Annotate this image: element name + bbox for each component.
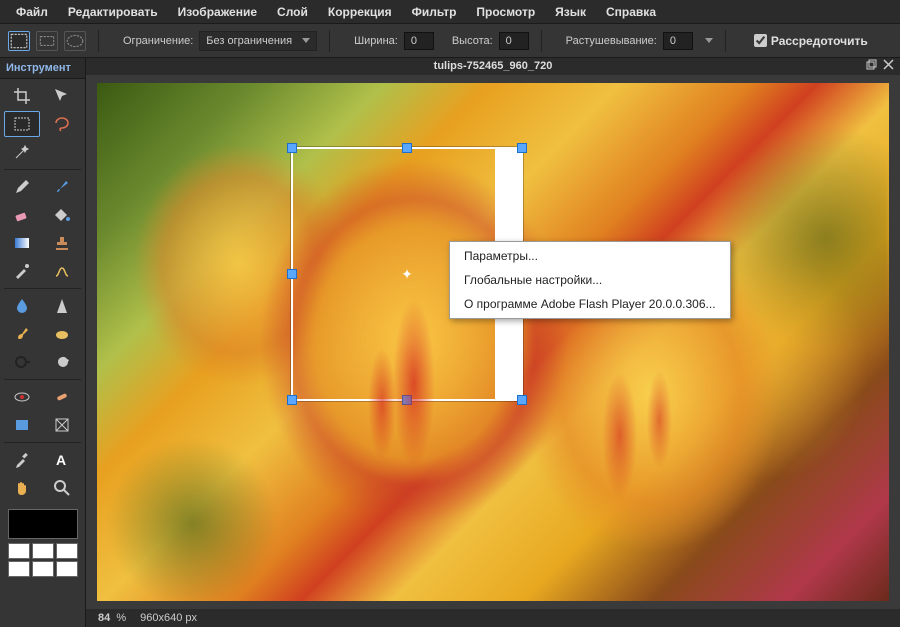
tool-pencil[interactable] [4, 174, 40, 200]
tool-zoom[interactable] [44, 475, 80, 501]
menu-language[interactable]: Язык [545, 1, 596, 23]
tool-smudge[interactable] [4, 321, 40, 347]
window-close-icon[interactable] [883, 59, 894, 73]
handle-bottom-left[interactable] [287, 395, 297, 405]
width-input[interactable]: 0 [404, 32, 434, 50]
menu-image[interactable]: Изображение [168, 1, 267, 23]
menu-edit[interactable]: Редактировать [58, 1, 168, 23]
tool-move[interactable] [44, 83, 80, 109]
tool-shape[interactable] [4, 412, 40, 438]
feather-label: Растушевывание: [566, 35, 657, 47]
swatch[interactable] [32, 561, 54, 577]
menu-help[interactable]: Справка [596, 1, 666, 23]
handle-bottom-right[interactable] [517, 395, 527, 405]
tool-wand[interactable] [4, 139, 40, 165]
tool-draw[interactable] [44, 258, 80, 284]
body-layout: Инструмент [0, 58, 900, 627]
tool-lasso[interactable] [44, 111, 80, 137]
handle-middle-left[interactable] [287, 269, 297, 279]
context-menu-item-settings[interactable]: Параметры... [450, 244, 730, 268]
marquee-fixed-option-icon[interactable] [36, 31, 58, 51]
height-label: Высота: [452, 35, 493, 47]
context-menu: Параметры... Глобальные настройки... О п… [449, 241, 731, 319]
context-menu-item-about-flash[interactable]: О программе Adobe Flash Player 20.0.0.30… [450, 292, 730, 316]
handle-bottom-middle[interactable] [402, 395, 412, 405]
feather-input[interactable]: 0 [663, 32, 693, 50]
tool-separator [4, 442, 81, 443]
handle-top-right[interactable] [517, 143, 527, 153]
tool-eyedropper[interactable] [4, 447, 40, 473]
menu-layer[interactable]: Слой [267, 1, 318, 23]
foreground-color-swatch[interactable] [8, 509, 78, 539]
tool-distort[interactable] [44, 412, 80, 438]
height-input[interactable]: 0 [499, 32, 529, 50]
marquee-rect-option-icon[interactable] [8, 31, 30, 51]
status-zoom: 84 [98, 612, 110, 624]
tool-hand[interactable] [4, 475, 40, 501]
canvas-area: tulips-752465_960_720 [86, 58, 900, 627]
tool-type[interactable]: A [44, 447, 80, 473]
swatch[interactable] [8, 561, 30, 577]
width-label: Ширина: [354, 35, 398, 47]
swatch[interactable] [8, 543, 30, 559]
crop-center-icon: ✦ [400, 267, 414, 281]
swatch[interactable] [32, 543, 54, 559]
tool-separator [4, 379, 81, 380]
divider [541, 30, 542, 52]
tool-separator [4, 169, 81, 170]
divider [98, 30, 99, 52]
tool-sharpen[interactable] [44, 293, 80, 319]
divider [329, 30, 330, 52]
canvas[interactable]: ✦ Параметры... Глобальные настройки... О… [97, 83, 889, 601]
tool-burn[interactable] [44, 349, 80, 375]
menu-file[interactable]: Файл [6, 1, 58, 23]
constraint-label: Ограничение: [123, 35, 193, 47]
status-bar: 84 % 960x640 px [86, 609, 900, 627]
tool-marquee[interactable] [4, 111, 40, 137]
constraint-select[interactable]: Без ограничения [199, 31, 317, 51]
swatch[interactable] [56, 561, 78, 577]
chevron-down-icon[interactable] [705, 38, 713, 43]
menu-filter[interactable]: Фильтр [402, 1, 467, 23]
tool-replace-color[interactable] [4, 258, 40, 284]
tool-heal[interactable] [44, 384, 80, 410]
window-restore-icon[interactable] [866, 59, 877, 73]
scatter-label: Рассредоточить [771, 34, 868, 48]
divider [725, 30, 726, 52]
tool-stamp[interactable] [44, 230, 80, 256]
tool-brush[interactable] [44, 174, 80, 200]
tool-separator [4, 288, 81, 289]
marquee-ellipse-option-icon[interactable] [64, 31, 86, 51]
menu-view[interactable]: Просмотр [466, 1, 545, 23]
svg-text:A: A [56, 452, 66, 468]
options-bar: Ограничение: Без ограничения Ширина: 0 В… [0, 24, 900, 58]
menu-adjustments[interactable]: Коррекция [318, 1, 402, 23]
tool-blur[interactable] [4, 293, 40, 319]
document-title: tulips-752465_960_720 [434, 60, 553, 72]
tool-sponge[interactable] [44, 321, 80, 347]
context-menu-item-global-settings[interactable]: Глобальные настройки... [450, 268, 730, 292]
tool-bucket[interactable] [44, 202, 80, 228]
tools-sidebar-title: Инструмент [0, 58, 85, 79]
handle-top-middle[interactable] [402, 143, 412, 153]
canvas-wrap: ✦ Параметры... Глобальные настройки... О… [86, 75, 900, 609]
toolgrid: A [0, 79, 85, 505]
tool-gradient[interactable] [4, 230, 40, 256]
swatches [8, 543, 78, 577]
status-dimensions: 960x640 px [140, 612, 197, 624]
scatter-checkbox[interactable]: Рассредоточить [754, 34, 868, 48]
document-title-bar: tulips-752465_960_720 [86, 58, 900, 75]
tools-sidebar: Инструмент [0, 58, 86, 627]
constraint-value: Без ограничения [206, 35, 292, 47]
status-zoom-unit: % [116, 612, 126, 624]
tool-redeye[interactable] [4, 384, 40, 410]
handle-top-left[interactable] [287, 143, 297, 153]
tool-crop[interactable] [4, 83, 40, 109]
scatter-check-input[interactable] [754, 34, 767, 47]
chevron-down-icon [302, 38, 310, 43]
tool-eraser[interactable] [4, 202, 40, 228]
swatch[interactable] [56, 543, 78, 559]
tool-dodge[interactable] [4, 349, 40, 375]
menu-bar: Файл Редактировать Изображение Слой Корр… [0, 0, 900, 24]
